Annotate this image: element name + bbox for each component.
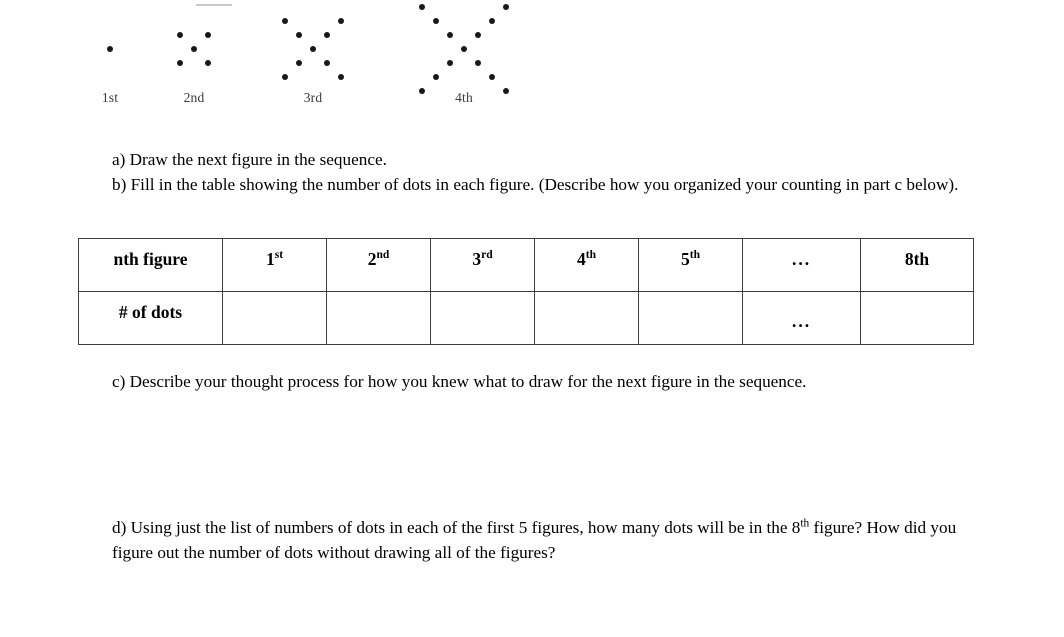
dot xyxy=(461,46,467,52)
ordinal-suffix: th xyxy=(689,249,701,262)
table-row-label: # of dots xyxy=(78,291,223,345)
dot xyxy=(475,32,481,38)
dot xyxy=(447,32,453,38)
dots-table-wrapper: nth figure 1st 2nd 3rd 4th 5th... 8th # of dot… xyxy=(78,238,974,345)
dot xyxy=(419,4,425,10)
answer-blank xyxy=(861,292,973,302)
cell-label: 2nd xyxy=(367,249,390,269)
table-header-row: nth figure 1st 2nd 3rd 4th 5th... 8th xyxy=(78,238,974,292)
figure-1st: 1st xyxy=(72,0,148,112)
question-c-text: c) Describe your thought process for how… xyxy=(112,372,807,391)
ordinal-suffix: th xyxy=(585,249,597,262)
dot xyxy=(338,18,344,24)
table-header-cell-7: 8th xyxy=(860,238,974,292)
cell-label: 3rd xyxy=(472,249,493,269)
figure-2nd: 2nd xyxy=(155,0,233,112)
dot xyxy=(177,60,183,66)
table-answer-cell-7[interactable] xyxy=(860,291,974,345)
table-row-label: nth figure xyxy=(78,238,223,292)
table-answer-cell-5[interactable] xyxy=(638,291,743,345)
answer-blank xyxy=(327,292,430,302)
figure-label-3rd: 3rd xyxy=(303,90,323,105)
cell-label: 8th xyxy=(904,249,930,269)
table-data-row: # of dots... xyxy=(78,291,974,345)
dot xyxy=(338,74,344,80)
cell-label: 4th xyxy=(576,249,597,269)
table-header-cell-4: 4th xyxy=(534,238,639,292)
questions-a-b: a) Draw the next figure in the sequence.… xyxy=(112,148,962,197)
dot xyxy=(324,60,330,66)
cell-label: 5th xyxy=(680,249,701,269)
table-answer-cell-2[interactable] xyxy=(326,291,431,345)
table-answer-cell-1[interactable] xyxy=(222,291,327,345)
dot xyxy=(282,18,288,24)
ordinal-suffix: nd xyxy=(376,249,390,262)
dot xyxy=(282,74,288,80)
table-header-cell-3: 3rd xyxy=(430,238,535,292)
dot xyxy=(177,32,183,38)
table-header-cell-5: 5th xyxy=(638,238,743,292)
answer-blank xyxy=(431,292,534,302)
answer-blank xyxy=(535,292,638,302)
figure-3rd: 3rd xyxy=(273,0,353,112)
figure-label-4th: 4th xyxy=(455,90,473,105)
figure-3rd-dots xyxy=(273,0,353,92)
dot xyxy=(296,32,302,38)
dot xyxy=(205,32,211,38)
question-d: d) Using just the list of numbers of dot… xyxy=(112,516,962,565)
dot xyxy=(433,18,439,24)
table-header-cell-2: 2nd xyxy=(326,238,431,292)
ordinal-suffix: st xyxy=(274,249,284,262)
cell-label: # of dots xyxy=(118,302,183,322)
question-d-ordinal-suffix: th xyxy=(800,517,810,530)
figure-4th-dots xyxy=(419,0,509,94)
figure-sequence: 1st 2nd 3rd 4th xyxy=(0,0,1064,112)
table-answer-cell-4[interactable] xyxy=(534,291,639,345)
answer-blank xyxy=(639,292,742,302)
ordinal-suffix: rd xyxy=(481,249,493,262)
dot xyxy=(310,46,316,52)
table-header-cell-6: ... xyxy=(742,238,861,292)
figure-1st-dots xyxy=(72,0,148,92)
cell-label: ... xyxy=(791,249,812,269)
dot xyxy=(296,60,302,66)
dot xyxy=(205,60,211,66)
dot xyxy=(324,32,330,38)
question-b-text: b) Fill in the table showing the number … xyxy=(112,174,959,194)
dot xyxy=(447,60,453,66)
dot xyxy=(433,74,439,80)
dot xyxy=(191,46,197,52)
table-data-cell-6: ... xyxy=(742,291,861,345)
question-a-text: a) Draw the next figure in the sequence. xyxy=(112,150,387,169)
answer-blank xyxy=(223,292,326,302)
figure-4th: 4th xyxy=(419,0,509,112)
dot xyxy=(475,60,481,66)
cell-label: 1st xyxy=(265,249,284,269)
dot xyxy=(107,46,113,52)
dot xyxy=(489,18,495,24)
dots-table: nth figure 1st 2nd 3rd 4th 5th... 8th # of dot… xyxy=(78,238,974,345)
question-d-line1: d) Using just the list of numbers of dot… xyxy=(112,518,788,537)
dot xyxy=(489,74,495,80)
table-header-cell-1: 1st xyxy=(222,238,327,292)
cell-label: nth figure xyxy=(113,249,188,269)
dot xyxy=(503,4,509,10)
figure-label-1st: 1st xyxy=(101,90,119,105)
figure-label-2nd: 2nd xyxy=(183,90,205,105)
cell-label: ... xyxy=(791,311,812,331)
question-c: c) Describe your thought process for how… xyxy=(112,370,982,395)
figure-2nd-dots xyxy=(155,0,233,92)
table-answer-cell-3[interactable] xyxy=(430,291,535,345)
question-d-text: d) Using just the list of numbers of dot… xyxy=(112,516,962,565)
